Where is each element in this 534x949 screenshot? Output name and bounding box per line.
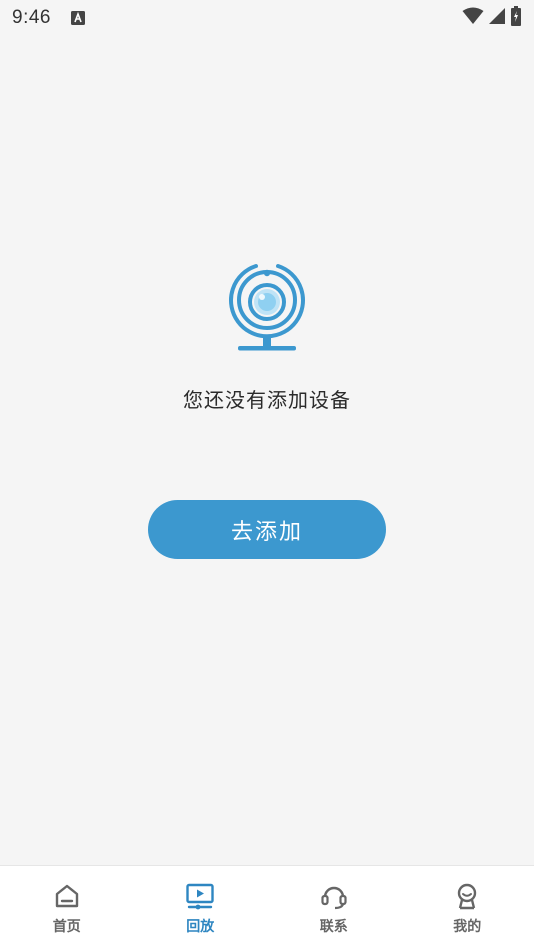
add-device-button[interactable]: 去添加 <box>148 500 386 559</box>
signal-icon <box>488 7 506 29</box>
status-bar: 9:46 <box>0 0 534 36</box>
nav-item-mine[interactable]: 我的 <box>401 866 534 949</box>
app-screen: 9:46 您还没有添加设备 去添加 首页 回放 联系 我的 <box>0 0 534 949</box>
nav-label-home: 首页 <box>52 919 81 935</box>
nav-label-mine: 我的 <box>453 919 482 935</box>
bottom-nav: 首页 回放 联系 我的 <box>0 865 534 949</box>
a-icon <box>70 11 85 25</box>
nav-item-playback[interactable]: 回放 <box>134 866 268 949</box>
status-icons <box>462 6 522 30</box>
nav-label-contact: 联系 <box>319 919 348 935</box>
nav-item-contact[interactable]: 联系 <box>267 866 401 949</box>
status-time: 9:46 <box>12 7 51 28</box>
empty-message: 您还没有添加设备 <box>183 388 351 412</box>
wifi-icon <box>462 7 484 29</box>
profile-icon <box>458 883 477 910</box>
nav-label-playback: 回放 <box>186 919 215 935</box>
home-icon <box>55 884 78 908</box>
playback-icon <box>186 883 214 910</box>
battery-icon <box>510 6 522 30</box>
webcam-icon <box>226 260 308 354</box>
nav-item-home[interactable]: 首页 <box>0 866 134 949</box>
headset-icon <box>321 886 347 910</box>
